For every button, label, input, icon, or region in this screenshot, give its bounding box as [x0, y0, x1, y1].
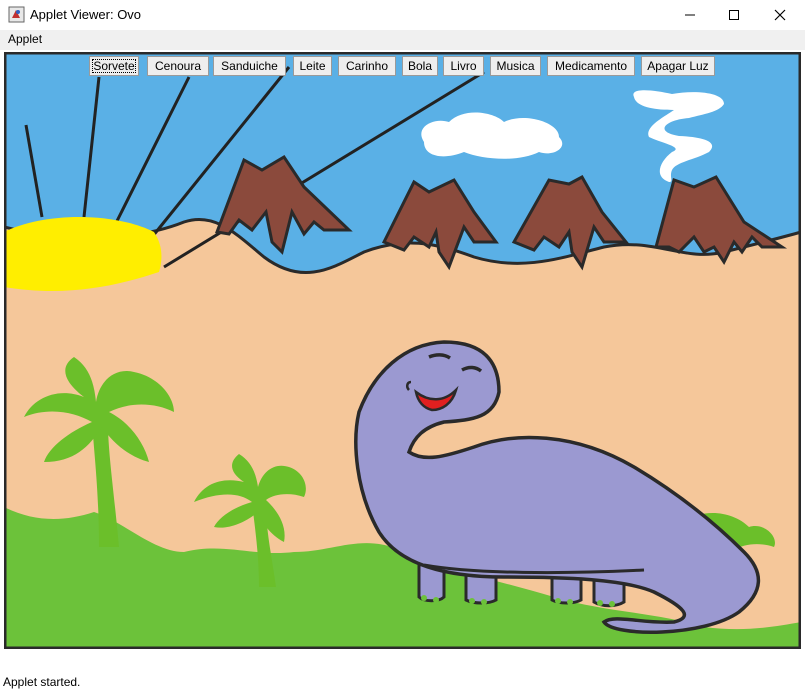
window-title: Applet Viewer: Ovo: [30, 7, 142, 22]
maximize-button[interactable]: [711, 0, 757, 30]
bola-button[interactable]: Bola: [402, 56, 438, 76]
carinho-button[interactable]: Carinho: [338, 56, 396, 76]
medicamento-button[interactable]: Medicamento: [547, 56, 635, 76]
musica-button[interactable]: Musica: [490, 56, 541, 76]
applet-canvas: Sorvete Cenoura Sanduiche Leite Carinho …: [4, 52, 801, 649]
close-button[interactable]: [757, 0, 803, 30]
cenoura-button[interactable]: Cenoura: [147, 56, 209, 76]
maximize-icon: [729, 10, 739, 20]
close-icon: [774, 9, 786, 21]
menu-applet[interactable]: Applet: [8, 32, 42, 46]
sorvete-button[interactable]: Sorvete: [89, 56, 139, 76]
status-bar: Applet started.: [0, 649, 805, 695]
minimize-button[interactable]: [667, 0, 713, 30]
status-text: Applet started.: [3, 675, 81, 689]
sanduiche-button[interactable]: Sanduiche: [213, 56, 286, 76]
livro-button[interactable]: Livro: [443, 56, 484, 76]
apagar-luz-button[interactable]: Apagar Luz: [641, 56, 715, 76]
minimize-icon: [685, 14, 695, 16]
scene-illustration: [4, 52, 801, 649]
leite-button[interactable]: Leite: [293, 56, 332, 76]
menu-bar: Applet: [0, 30, 805, 50]
java-applet-icon: [8, 6, 25, 23]
title-bar: Applet Viewer: Ovo: [0, 0, 805, 30]
